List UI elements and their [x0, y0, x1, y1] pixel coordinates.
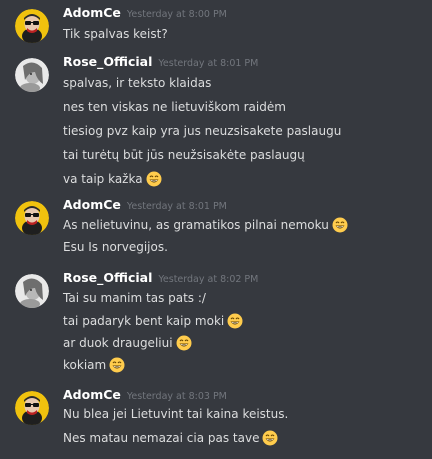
author-name[interactable]: AdomCe — [63, 197, 121, 212]
message-text: Tai su manim tas pats :/ — [63, 291, 206, 305]
author-name[interactable]: AdomCe — [63, 387, 121, 402]
message-line: va taip kažka — [63, 171, 162, 187]
message-text: ar duok draugeliui — [63, 336, 173, 350]
avatar-grey-portrait-icon — [15, 58, 49, 92]
avatar-dark-glasses-icon — [15, 201, 49, 235]
message-timestamp: Yesterday at 8:00 PM — [126, 9, 227, 20]
grinning-face-icon — [227, 313, 243, 329]
author-name[interactable]: Rose_Official — [63, 54, 152, 69]
message-timestamp: Yesterday at 8:03 PM — [126, 391, 227, 402]
message-text: Nes matau nemazai cia pas tave — [63, 431, 260, 445]
message-text: tai turėtų būt jūs neužsisakėte paslaugų — [63, 148, 305, 162]
message-text: Esu Is norvegijos. — [63, 240, 168, 254]
message-line: As nelietuvinu, as gramatikos pilnai nem… — [63, 217, 348, 233]
grinning-face-icon — [332, 217, 348, 233]
author-name[interactable]: AdomCe — [63, 5, 121, 20]
avatar[interactable] — [15, 274, 49, 308]
message-text: Nu blea jei Lietuvint tai kaina keistus. — [63, 407, 289, 421]
avatar[interactable] — [15, 9, 49, 43]
message-text: Tik spalvas keist? — [63, 27, 168, 41]
grinning-face-icon — [146, 171, 162, 187]
author-name[interactable]: Rose_Official — [63, 270, 152, 285]
message-timestamp: Yesterday at 8:02 PM — [158, 274, 259, 285]
avatar-dark-glasses-icon — [15, 9, 49, 43]
avatar[interactable] — [15, 201, 49, 235]
message-line: ar duok draugeliui — [63, 335, 192, 351]
grinning-face-icon — [262, 430, 278, 446]
avatar[interactable] — [15, 391, 49, 425]
message-text: nes ten viskas ne lietuviškom raidėm — [63, 100, 286, 114]
message-text: spalvas, ir teksto klaidas — [63, 76, 212, 90]
message-line: Nes matau nemazai cia pas tave — [63, 430, 278, 446]
avatar[interactable] — [15, 58, 49, 92]
message-text: tai padaryk bent kaip moki — [63, 314, 225, 328]
grinning-face-icon — [109, 357, 125, 373]
message-text: va taip kažka — [63, 172, 143, 186]
message-timestamp: Yesterday at 8:01 PM — [126, 201, 227, 212]
message-timestamp: Yesterday at 8:01 PM — [158, 58, 259, 69]
message-line: kokiam — [63, 357, 125, 373]
message-text: tiesiog pvz kaip yra jus neuzsisakete pa… — [63, 124, 342, 138]
avatar-grey-portrait-icon — [15, 274, 49, 308]
message-text: As nelietuvinu, as gramatikos pilnai nem… — [63, 218, 329, 232]
message-line: tai padaryk bent kaip moki — [63, 313, 243, 329]
message-text: kokiam — [63, 358, 107, 372]
grinning-face-icon — [176, 335, 192, 351]
avatar-dark-glasses-icon — [15, 391, 49, 425]
